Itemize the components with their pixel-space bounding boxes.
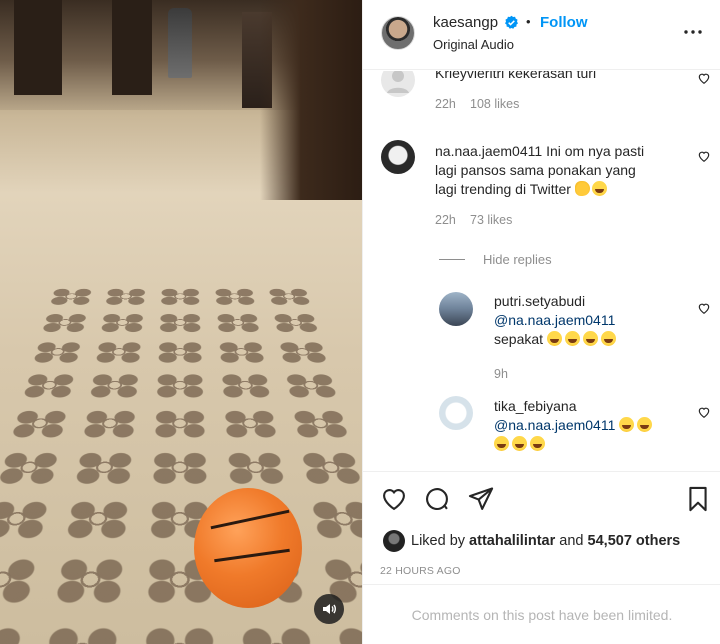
- paper-plane-icon[interactable]: [467, 485, 495, 513]
- liker-username[interactable]: attahalilintar: [469, 533, 555, 549]
- avatar[interactable]: [381, 71, 415, 97]
- comment-likes[interactable]: 108 likes: [470, 97, 519, 111]
- laughing-emoji-icon: [564, 331, 580, 346]
- comment-likes[interactable]: 73 likes: [470, 213, 512, 227]
- comment-text: lagi trending di Twitter: [435, 181, 571, 197]
- clap-emoji-icon: [574, 181, 590, 196]
- likes-middle: and: [559, 533, 584, 549]
- comment-time: 22h: [435, 213, 456, 227]
- comments-list[interactable]: Krieyvieritri kekerasan turi 22h 108 lik…: [363, 71, 720, 471]
- heart-icon[interactable]: [697, 301, 711, 315]
- reply-username[interactable]: putri.setyabudi: [494, 293, 585, 309]
- video-door: [112, 0, 152, 95]
- likes-prefix: Liked by: [411, 533, 466, 549]
- header-separator: •: [526, 14, 531, 29]
- post-timestamp[interactable]: 22 HOURS AGO: [380, 565, 461, 577]
- laughing-emoji-icon: [530, 436, 545, 451]
- laughing-emoji-icon: [637, 417, 653, 432]
- laughing-emoji-icon: [512, 436, 527, 451]
- laughing-emoji-icon: [619, 417, 635, 432]
- comment-text: lagi pansos sama ponakan yang: [435, 162, 636, 178]
- verified-badge-icon: [505, 15, 518, 29]
- likes-text: Liked by attahalilintar and 54,507 other…: [411, 533, 680, 549]
- laughing-emoji-icon: [546, 331, 562, 346]
- bookmark-icon[interactable]: [684, 485, 712, 513]
- reply-text: sepakat: [494, 331, 544, 347]
- laughing-emoji-icon: [582, 331, 598, 346]
- follow-button[interactable]: Follow: [540, 14, 588, 31]
- comment-username[interactable]: na.naa.jaem0411: [435, 143, 542, 159]
- list-item: tika_febiyana @na.naa.jaem0411: [494, 397, 704, 454]
- comment-text: kekerasan turi: [508, 71, 597, 81]
- post-actions-bar: [363, 471, 720, 526]
- list-item: na.naa.jaem0411 Ini om nya pasti lagi pa…: [435, 142, 675, 199]
- avatar[interactable]: [439, 292, 473, 326]
- video-vase: [168, 8, 192, 78]
- reply-time: 9h: [494, 367, 508, 381]
- laughing-emoji-icon: [591, 181, 607, 196]
- avatar[interactable]: [383, 530, 405, 552]
- heart-icon[interactable]: [380, 485, 408, 513]
- avatar[interactable]: [381, 16, 415, 50]
- laughing-emoji-icon: [600, 331, 616, 346]
- video-tiled-floor: [0, 284, 362, 644]
- default-avatar-icon: [387, 71, 409, 93]
- heart-icon[interactable]: [697, 149, 711, 163]
- comment-username[interactable]: Krieyvieritri: [435, 71, 504, 81]
- more-horizontal-icon[interactable]: [681, 20, 705, 44]
- divider: [439, 259, 465, 260]
- post-header: kaesangp • Follow Original Audio: [363, 0, 720, 70]
- reply-username[interactable]: tika_febiyana: [494, 398, 577, 414]
- likes-count[interactable]: 54,507 others: [588, 533, 681, 549]
- hide-replies-button[interactable]: Hide replies: [483, 252, 552, 267]
- video-basketball: [194, 488, 302, 608]
- heart-icon[interactable]: [697, 405, 711, 419]
- avatar[interactable]: [381, 140, 415, 174]
- heart-icon[interactable]: [697, 71, 711, 85]
- post-details-panel: kaesangp • Follow Original Audio Krieyvi…: [362, 0, 720, 644]
- avatar[interactable]: [439, 396, 473, 430]
- list-item: Krieyvieritri kekerasan turi: [435, 71, 596, 83]
- author-username[interactable]: kaesangp: [433, 14, 498, 31]
- reply-mention[interactable]: @na.naa.jaem0411: [494, 417, 615, 433]
- audio-label[interactable]: Original Audio: [433, 37, 514, 52]
- laughing-emoji-icon: [494, 436, 509, 451]
- comment-time: 22h: [435, 97, 456, 111]
- video-door: [14, 0, 62, 95]
- likes-summary: Liked by attahalilintar and 54,507 other…: [363, 528, 720, 556]
- comments-limited-notice: Comments on this post have been limited.: [363, 584, 720, 644]
- sound-toggle-button[interactable]: [314, 594, 344, 624]
- speaker-icon: [323, 604, 336, 614]
- post-video[interactable]: [0, 0, 362, 644]
- reply-mention[interactable]: @na.naa.jaem0411: [494, 312, 615, 328]
- comment-text: Ini om nya pasti: [546, 143, 645, 159]
- comment-icon[interactable]: [423, 485, 451, 513]
- video-cabinet: [260, 0, 362, 200]
- list-item: putri.setyabudi @na.naa.jaem0411 sepakat: [494, 292, 694, 349]
